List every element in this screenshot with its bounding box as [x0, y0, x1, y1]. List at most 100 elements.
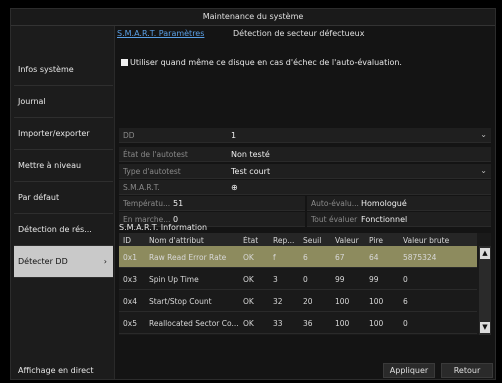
temperature-label: Températu...	[123, 199, 171, 208]
self-test-type-select[interactable]: Type d'autotest Test court ⌄	[119, 164, 491, 179]
chevron-down-icon: ⌄	[480, 130, 487, 139]
cell-value: 67	[335, 253, 345, 262]
cell-id: 0x3	[123, 275, 137, 284]
tab-bad-sector-detection[interactable]: Détection de secteur défectueux	[233, 29, 364, 38]
self-eval-row: Auto-évalu... Homologué	[307, 196, 491, 211]
scroll-down-icon[interactable]: ▼	[480, 322, 490, 333]
tab-smart-settings[interactable]: S.M.A.R.T. Paramètres	[117, 29, 204, 38]
table-row[interactable]: 0x5 Reallocated Sector Co... OK 33 36 10…	[119, 312, 477, 334]
table-row[interactable]: 0x3 Spin Up Time OK 3 0 99 99 0	[119, 268, 477, 290]
cell-threshold: 20	[303, 297, 313, 306]
self-test-type-value: Test court	[231, 167, 271, 176]
self-test-type-label: Type d'autotest	[123, 167, 181, 176]
chevron-down-icon: ⌄	[480, 166, 487, 175]
self-test-state-value: Non testé	[231, 150, 270, 159]
cell-attribute-name: Reallocated Sector Co...	[149, 319, 239, 328]
sidebar-item-label: Détecter DD	[18, 257, 68, 266]
sidebar-item-system-info[interactable]: Infos système	[14, 54, 113, 86]
cell-value: 100	[335, 319, 350, 328]
self-eval-label: Auto-évalu...	[311, 199, 359, 208]
self-test-state-label: État de l'autotest	[123, 150, 188, 159]
use-disk-checkbox[interactable]	[121, 59, 128, 66]
smart-info-table: ID Nom d'attribut État Rep... Seuil Vale…	[119, 233, 491, 335]
cell-value: 100	[335, 297, 350, 306]
sidebar-item-label: Par défaut	[18, 193, 60, 202]
cell-rep: 32	[273, 297, 283, 306]
scroll-up-icon[interactable]: ▲	[480, 248, 490, 259]
maintenance-window: Maintenance du système Infos système Jou…	[10, 8, 496, 380]
cell-raw-value: 0	[403, 319, 408, 328]
cell-attribute-name: Start/Stop Count	[149, 297, 212, 306]
cell-id: 0x5	[123, 319, 137, 328]
sidebar-item-label: Détection de rés...	[18, 225, 92, 234]
cell-rep: f	[273, 253, 276, 262]
cell-raw-value: 6	[403, 297, 408, 306]
cell-id: 0x4	[123, 297, 137, 306]
overall-eval-row: Tout évaluer Fonctionnel	[307, 212, 491, 227]
table-scrollbar[interactable]: ▲ ▼	[479, 246, 491, 335]
tab-bar: S.M.A.R.T. Paramètres Détection de secte…	[115, 26, 495, 40]
cell-attribute-name: Spin Up Time	[149, 275, 199, 284]
column-header: Nom d'attribut	[149, 236, 204, 245]
sidebar-item-upgrade[interactable]: Mettre à niveau	[14, 150, 113, 182]
sidebar-item-network-detection[interactable]: Détection de rés...	[14, 214, 113, 246]
column-header: Seuil	[303, 236, 322, 245]
sidebar-item-label: Importer/exporter	[18, 129, 90, 138]
self-eval-value: Homologué	[361, 199, 407, 208]
table-row[interactable]: 0x4 Start/Stop Count OK 32 20 100 100 6	[119, 290, 477, 312]
use-disk-on-failure-row[interactable]: Utiliser quand même ce disque en cas d'é…	[121, 58, 402, 67]
column-header: ID	[123, 236, 131, 245]
cell-worst: 64	[369, 253, 379, 262]
cell-worst: 99	[369, 275, 379, 284]
cell-worst: 100	[369, 297, 384, 306]
cell-status: OK	[243, 319, 254, 328]
apply-button[interactable]: Appliquer	[383, 363, 435, 378]
column-header: Rep...	[273, 236, 295, 245]
sidebar-item-hdd-detect[interactable]: Détecter DD ›	[14, 246, 113, 278]
hdd-value: 1	[231, 131, 237, 140]
back-button[interactable]: Retour	[441, 363, 493, 378]
smart-row: S.M.A.R.T. ⊕	[119, 180, 491, 195]
self-test-state-row: État de l'autotest Non testé	[119, 147, 491, 162]
column-header: État	[243, 236, 259, 245]
cell-worst: 100	[369, 319, 384, 328]
column-header: Pire	[369, 236, 383, 245]
overall-eval-value: Fonctionnel	[361, 215, 408, 224]
hdd-label: DD	[123, 131, 135, 140]
sidebar: Infos système Journal Importer/exporter …	[11, 26, 115, 379]
temperature-row: Températu... 51	[119, 196, 305, 211]
table-header: ID Nom d'attribut État Rep... Seuil Vale…	[119, 233, 477, 246]
cell-status: OK	[243, 275, 254, 284]
sidebar-item-import-export[interactable]: Importer/exporter	[14, 118, 113, 150]
hdd-select[interactable]: DD 1 ⌄	[119, 128, 491, 143]
main-content: S.M.A.R.T. Paramètres Détection de secte…	[115, 26, 495, 379]
cell-status: OK	[243, 297, 254, 306]
sidebar-item-log[interactable]: Journal	[14, 86, 113, 118]
temperature-value: 51	[173, 199, 184, 208]
cell-id: 0x1	[123, 253, 137, 262]
table-row[interactable]: 0x1 Raw Read Error Rate OK f 6 67 64 587…	[119, 246, 477, 268]
window-title: Maintenance du système	[11, 9, 495, 26]
cell-attribute-name: Raw Read Error Rate	[149, 253, 227, 262]
cell-threshold: 6	[303, 253, 308, 262]
smart-test-icon[interactable]: ⊕	[231, 183, 238, 192]
live-view-button[interactable]: Affichage en direct	[14, 363, 113, 378]
cell-status: OK	[243, 253, 254, 262]
sidebar-item-label: Journal	[18, 97, 46, 106]
cell-value: 99	[335, 275, 345, 284]
column-header: Valeur	[335, 236, 359, 245]
sidebar-item-default[interactable]: Par défaut	[14, 182, 113, 214]
overall-eval-label: Tout évaluer	[311, 215, 358, 224]
cell-rep: 33	[273, 319, 283, 328]
chevron-right-icon: ›	[103, 257, 107, 266]
cell-rep: 3	[273, 275, 278, 284]
cell-raw-value: 0	[403, 275, 408, 284]
cell-raw-value: 5875324	[403, 253, 437, 262]
column-header: Valeur brute	[403, 236, 450, 245]
cell-threshold: 0	[303, 275, 308, 284]
use-disk-label: Utiliser quand même ce disque en cas d'é…	[130, 58, 402, 67]
smart-info-title: S.M.A.R.T. Information	[119, 223, 208, 232]
sidebar-item-label: Infos système	[18, 65, 74, 74]
cell-threshold: 36	[303, 319, 313, 328]
sidebar-item-label: Mettre à niveau	[18, 161, 82, 170]
